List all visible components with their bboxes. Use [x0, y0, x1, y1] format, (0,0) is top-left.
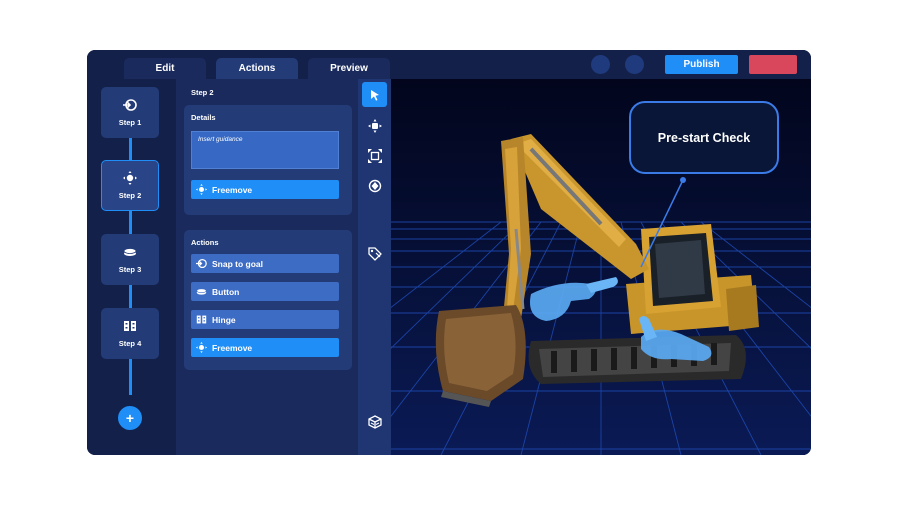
scale-tool[interactable] — [362, 143, 387, 168]
step-4[interactable]: Step 4 — [101, 308, 159, 359]
tag-icon — [367, 246, 382, 261]
scale-icon — [367, 148, 382, 163]
action-button[interactable]: Button — [191, 282, 339, 301]
action-label: Hinge — [212, 314, 236, 325]
tag-tool[interactable] — [362, 241, 387, 266]
button-icon — [123, 248, 137, 256]
step-label: Step 3 — [118, 265, 142, 274]
freemove-icon — [123, 171, 137, 185]
actions-title: Actions — [191, 238, 219, 247]
snap-icon — [123, 99, 137, 111]
selected-action-freemove[interactable]: Freemove — [191, 180, 339, 199]
hinge-icon — [124, 321, 136, 331]
add-step-button[interactable]: + — [118, 406, 142, 430]
callout-anchor-dot — [680, 177, 686, 183]
tool-column — [358, 79, 391, 455]
freemove-icon — [196, 342, 207, 353]
action-label: Snap to goal — [212, 258, 263, 269]
snap-icon — [196, 258, 207, 269]
select-tool[interactable] — [362, 82, 387, 107]
red-action-button[interactable] — [749, 55, 797, 74]
hinge-icon — [196, 315, 207, 324]
move-icon — [367, 118, 382, 133]
action-hinge[interactable]: Hinge — [191, 310, 339, 329]
tab-preview[interactable]: Preview — [308, 58, 390, 79]
step-label: Step 4 — [118, 339, 142, 348]
scene-viewport[interactable]: Pre-start Check — [391, 79, 811, 455]
action-label: Freemove — [212, 342, 253, 353]
steps-sidebar: Step 1 Step 2 Step 3 Step 4 + — [87, 79, 176, 455]
toolbar-circle-button-2[interactable] — [625, 55, 644, 74]
properties-panel: Step 2 Details Insert guidance Freemove … — [176, 79, 358, 455]
step-label: Step 1 — [118, 118, 142, 127]
cursor-icon — [370, 89, 379, 101]
step-2[interactable]: Step 2 — [101, 160, 159, 211]
action-freemove[interactable]: Freemove — [191, 338, 339, 357]
toolbar-circle-button-1[interactable] — [591, 55, 610, 74]
app-window: Edit Actions Preview Publish Step 1 Step… — [87, 50, 811, 455]
step-title: Step 2 — [191, 88, 214, 97]
step-label: Step 2 — [118, 191, 142, 200]
asset-library-tool[interactable] — [362, 409, 387, 434]
details-card: Details Insert guidance Freemove — [184, 105, 352, 215]
button-icon — [196, 288, 207, 295]
action-snap-to-goal[interactable]: Snap to goal — [191, 254, 339, 273]
top-bar: Edit Actions Preview Publish — [87, 50, 811, 79]
rotate-icon — [368, 179, 381, 192]
rotate-tool[interactable] — [362, 173, 387, 198]
actions-card: Actions Snap to goal Button Hinge Freemo… — [184, 230, 352, 370]
step-3[interactable]: Step 3 — [101, 234, 159, 285]
step-1[interactable]: Step 1 — [101, 87, 159, 138]
tab-edit[interactable]: Edit — [124, 58, 206, 79]
action-label: Freemove — [212, 184, 253, 195]
guidance-input[interactable]: Insert guidance — [191, 131, 339, 169]
details-title: Details — [191, 113, 216, 122]
move-tool[interactable] — [362, 113, 387, 138]
callout-label[interactable]: Pre-start Check — [629, 101, 779, 174]
cube-icon — [367, 414, 382, 429]
action-label: Button — [212, 286, 240, 297]
freemove-icon — [196, 184, 207, 195]
publish-button[interactable]: Publish — [665, 55, 738, 74]
tab-actions[interactable]: Actions — [216, 58, 298, 79]
